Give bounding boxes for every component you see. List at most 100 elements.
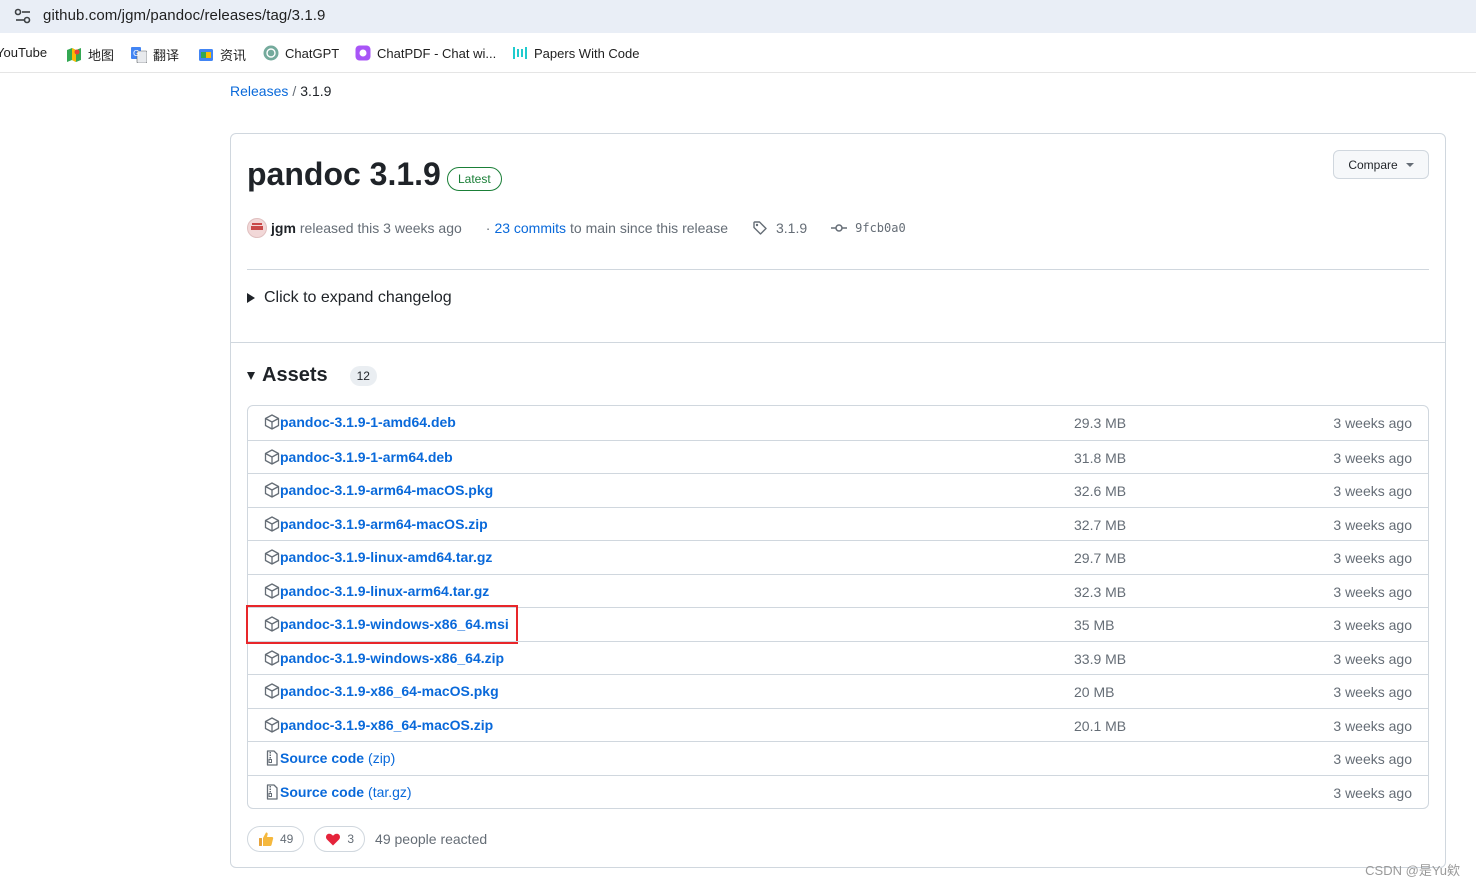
- thumbs-up-reaction-button[interactable]: 49: [247, 826, 305, 852]
- latest-badge: Latest: [447, 167, 502, 191]
- package-icon: [264, 515, 280, 532]
- heart-count: 3: [347, 832, 355, 846]
- asset-download-link[interactable]: pandoc-3.1.9-windows-x86_64.msi: [264, 616, 509, 632]
- commit-sha-link[interactable]: 9fcb0a0: [855, 221, 906, 235]
- asset-size: 33.9 MB: [1074, 650, 1127, 667]
- bookmark-news[interactable]: 资讯: [198, 45, 246, 64]
- breadcrumb: Releases/3.1.9: [230, 83, 331, 99]
- package-icon: [264, 549, 280, 565]
- asset-download-link[interactable]: pandoc-3.1.9-x86_64-macOS.pkg: [264, 683, 499, 699]
- bookmark-paperswithcode[interactable]: Papers With Code: [512, 45, 640, 61]
- chevron-down-icon: [1405, 162, 1414, 167]
- asset-row: pandoc-3.1.9-linux-amd64.tar.gz 29.7 MB 3 …: [248, 540, 1428, 574]
- assets-title: Assets: [262, 364, 328, 386]
- commits-prefix: ·: [485, 220, 491, 236]
- site-settings-icon[interactable]: [14, 8, 32, 24]
- breadcrumb-current: 3.1.9: [300, 83, 332, 99]
- tag-icon: [753, 221, 767, 235]
- asset-date: 3 weeks ago: [1333, 751, 1412, 767]
- heart-reaction-button[interactable]: 3: [314, 826, 366, 852]
- asset-row: pandoc-3.1.9-windows-x86_64.zip 33.9 MB 3 …: [248, 640, 1428, 675]
- bookmark-label: YouTube: [0, 45, 48, 60]
- assets-list: pandoc-3.1.9-1-amd64.deb 29.3 MB 3 weeks a…: [246, 405, 1429, 809]
- asset-download-link[interactable]: pandoc-3.1.9-windows-x86_64.zip: [264, 650, 504, 666]
- asset-download-link[interactable]: pandoc-3.1.9-1-arm64.deb: [264, 449, 453, 465]
- asset-download-link[interactable]: pandoc-3.1.9-linux-amd64.tar.gz: [264, 549, 492, 565]
- asset-size: 20 MB: [1074, 684, 1115, 700]
- bookmark-maps[interactable]: 地图: [66, 45, 114, 64]
- asset-row: pandoc-3.1.9-arm64-macOS.pkg 32.6 MB 3 wee…: [248, 473, 1428, 507]
- asset-size: 29.3 MB: [1074, 415, 1127, 431]
- asset-row: pandoc-3.1.9-1-amd64.deb 29.3 MB 3 weeks a…: [248, 406, 1428, 440]
- release-card: pandoc 3.1.9 Latest Compare jgm released…: [230, 133, 1446, 868]
- reactions-summary: 49 people reacted: [375, 831, 488, 847]
- asset-download-link[interactable]: pandoc-3.1.9-1-amd64.deb: [264, 414, 456, 430]
- chatgpt-icon: [263, 45, 279, 61]
- asset-download-link[interactable]: pandoc-3.1.9-arm64-macOS.pkg: [264, 482, 493, 498]
- asset-download-link[interactable]: pandoc-3.1.9-linux-arm64.tar.gz: [264, 583, 489, 599]
- asset-date: 3 weeks ago: [1333, 717, 1412, 734]
- compare-button[interactable]: Compare: [1333, 150, 1429, 179]
- asset-name: pandoc-3.1.9-x86_64-macOS.zip: [280, 716, 494, 733]
- asset-download-link[interactable]: pandoc-3.1.9-arm64-macOS.zip: [264, 516, 488, 532]
- release-title[interactable]: pandoc 3.1.9: [247, 156, 441, 193]
- asset-size: 20.1 MB: [1074, 717, 1127, 734]
- maps-icon: [67, 47, 81, 62]
- asset-size: 35 MB: [1074, 617, 1115, 633]
- asset-date: 3 weeks ago: [1333, 516, 1412, 533]
- bookmark-label: 地图: [88, 48, 115, 63]
- package-icon: [264, 616, 280, 632]
- browser-address-bar: github.com/jgm/pandoc/releases/tag/3.1.9: [0, 0, 1476, 33]
- bookmark-translate[interactable]: G 翻译: [131, 45, 179, 64]
- tag-link[interactable]: 3.1.9: [776, 220, 807, 236]
- commit-icon: [831, 224, 848, 232]
- bookmark-label: Papers With Code: [534, 45, 640, 61]
- news-icon: [199, 48, 213, 61]
- file-zip-icon: [266, 750, 278, 766]
- breadcrumb-releases-link[interactable]: Releases: [230, 83, 288, 99]
- bookmark-chatgpt[interactable]: ChatGPT: [263, 45, 339, 61]
- bookmark-chatpdf[interactable]: ChatPDF - Chat wi...: [355, 45, 496, 61]
- asset-row: pandoc-3.1.9-1-arm64.deb 31.8 MB 3 weeks a…: [248, 439, 1428, 474]
- avatar[interactable]: [247, 218, 267, 238]
- asset-date: 3 weeks ago: [1333, 784, 1412, 801]
- asset-download-link[interactable]: Source code (tar.gz): [264, 784, 412, 800]
- asset-size: 32.6 MB: [1074, 483, 1127, 499]
- collapse-triangle-icon: [247, 371, 255, 380]
- bookmark-label: 翻译: [153, 48, 180, 63]
- asset-date: 3 weeks ago: [1333, 415, 1412, 431]
- asset-name: pandoc-3.1.9-linux-arm64.tar.gz: [280, 582, 490, 599]
- asset-row: pandoc-3.1.9-linux-arm64.tar.gz 32.3 MB 3 …: [248, 573, 1428, 608]
- author-link[interactable]: jgm: [271, 220, 296, 236]
- asset-name: pandoc-3.1.9-linux-amd64.tar.gz: [280, 549, 493, 565]
- asset-size: 29.7 MB: [1074, 550, 1127, 566]
- reactions-bar: 49 3 49 people reacted: [247, 826, 487, 852]
- package-icon: [264, 448, 280, 465]
- package-icon: [264, 649, 280, 666]
- url-field[interactable]: github.com/jgm/pandoc/releases/tag/3.1.9: [43, 7, 326, 24]
- asset-row: pandoc-3.1.9-arm64-macOS.zip 32.7 MB 3 wee…: [248, 506, 1428, 541]
- asset-name: pandoc-3.1.9-x86_64-macOS.pkg: [280, 683, 499, 699]
- asset-row: pandoc-3.1.9-x86_64-macOS.zip 20.1 MB 3 we…: [248, 707, 1428, 742]
- changelog-label: Click to expand changelog: [264, 289, 452, 306]
- asset-download-link[interactable]: Source code (zip): [264, 750, 395, 766]
- asset-date: 3 weeks ago: [1333, 483, 1412, 499]
- assets-count-badge: 12: [349, 365, 377, 386]
- asset-size: 32.3 MB: [1074, 583, 1127, 600]
- svg-text:G: G: [133, 49, 139, 58]
- expand-changelog-toggle[interactable]: Click to expand changelog: [247, 289, 452, 307]
- assets-toggle[interactable]: Assets 12: [247, 364, 377, 387]
- commits-link[interactable]: 23 commits: [494, 220, 566, 236]
- asset-name: pandoc-3.1.9-windows-x86_64.zip: [280, 649, 505, 666]
- asset-name: pandoc-3.1.9-1-amd64.deb: [280, 414, 456, 430]
- asset-download-link[interactable]: pandoc-3.1.9-x86_64-macOS.zip: [264, 717, 493, 733]
- breadcrumb-separator: /: [292, 83, 297, 99]
- package-icon: [264, 414, 280, 430]
- package-icon: [264, 482, 280, 498]
- asset-name: Source code: [280, 783, 365, 800]
- asset-date: 3 weeks ago: [1333, 449, 1412, 466]
- asset-row: pandoc-3.1.9-x86_64-macOS.pkg 20 MB 3 week…: [248, 674, 1428, 708]
- bookmark-youtube[interactable]: YouTube: [0, 45, 47, 60]
- asset-format: (tar.gz): [368, 783, 412, 800]
- compare-button-label: Compare: [1348, 157, 1398, 172]
